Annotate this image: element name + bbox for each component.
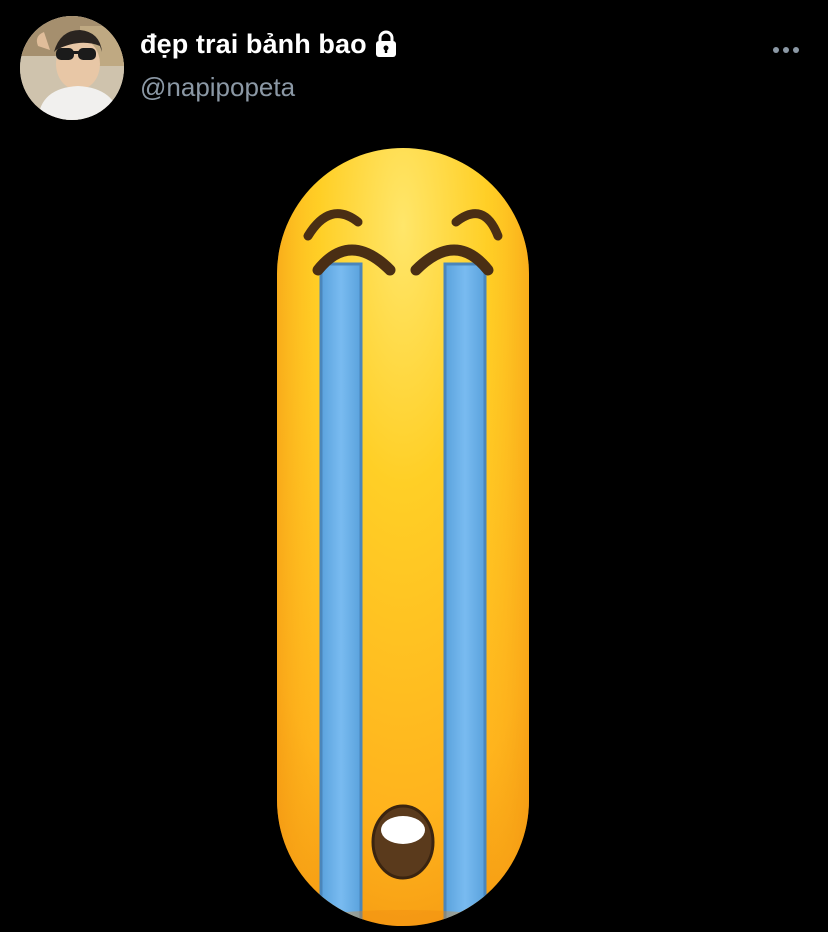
tweet-media[interactable] xyxy=(0,130,828,932)
avatar[interactable] xyxy=(20,16,124,120)
tweet-header: đẹp trai bảnh bao @napipopeta xyxy=(0,0,828,130)
display-name-row: đẹp trai bảnh bao xyxy=(140,26,399,62)
stretched-crying-face-emoji-icon xyxy=(277,148,529,926)
display-name[interactable]: đẹp trai bảnh bao xyxy=(140,29,367,60)
more-options-icon xyxy=(773,47,799,53)
more-options-button[interactable] xyxy=(764,30,808,70)
user-handle[interactable]: @napipopeta xyxy=(140,72,295,103)
avatar-photo-icon xyxy=(20,16,124,120)
lock-icon xyxy=(373,29,399,59)
